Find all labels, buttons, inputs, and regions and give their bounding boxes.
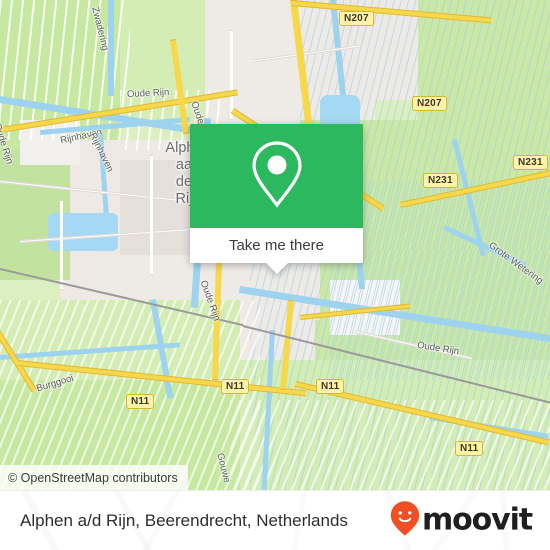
moovit-wordmark: moovit bbox=[421, 502, 533, 538]
osm-attribution[interactable]: © OpenStreetMap contributors bbox=[0, 465, 188, 490]
moovit-smiley-pin-icon bbox=[390, 500, 420, 541]
footer-bar: Alphen a/d Rijn, Beerendrecht, Netherlan… bbox=[0, 490, 550, 550]
popup-pointer-tail bbox=[264, 262, 289, 274]
road-shield: N11 bbox=[221, 379, 250, 394]
road-shield: N207 bbox=[412, 96, 447, 111]
road-shield: N11 bbox=[455, 441, 484, 456]
page-title: Alphen a/d Rijn, Beerendrecht, Netherlan… bbox=[20, 510, 348, 530]
location-popup-card[interactable]: Take me there bbox=[190, 124, 363, 274]
map-pin-icon bbox=[249, 139, 305, 214]
road-shield: N11 bbox=[316, 379, 345, 394]
popup-header bbox=[190, 124, 363, 228]
road-shield: N231 bbox=[423, 173, 458, 188]
popup-footer[interactable]: Take me there bbox=[190, 228, 363, 274]
street bbox=[230, 30, 233, 120]
street bbox=[60, 200, 63, 290]
moovit-logo[interactable]: moovit bbox=[390, 500, 533, 541]
osm-attribution-text: © OpenStreetMap contributors bbox=[8, 470, 178, 485]
road-shield: N207 bbox=[339, 11, 374, 26]
map-label: Oude Rijn bbox=[126, 86, 170, 101]
road-shield: N231 bbox=[513, 155, 548, 170]
field-hatch bbox=[230, 400, 550, 490]
take-me-there-label: Take me there bbox=[228, 237, 325, 254]
lake bbox=[48, 213, 118, 251]
road-shield: N11 bbox=[126, 394, 155, 409]
map-page: N207 N207 N231 N231 N11 N11 N11 N11 Oude… bbox=[0, 0, 550, 550]
